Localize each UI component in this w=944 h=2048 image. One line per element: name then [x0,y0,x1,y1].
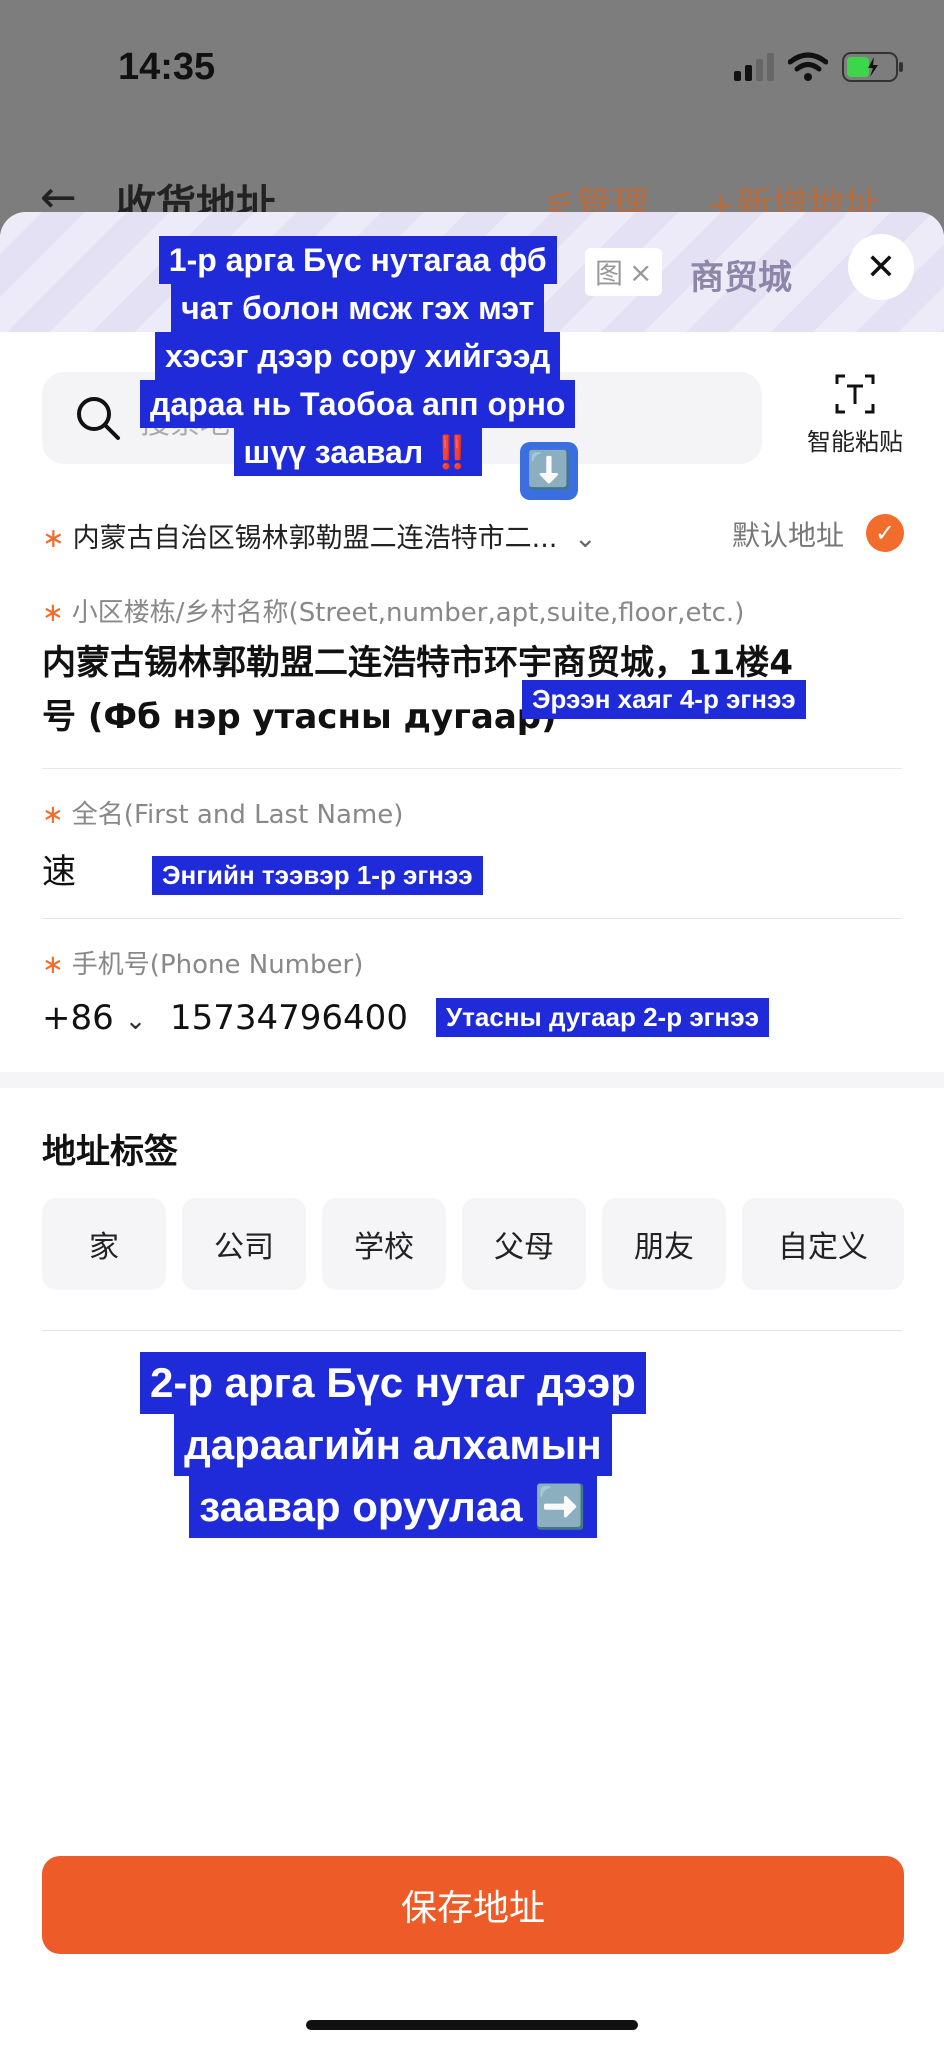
battery-icon [842,52,903,82]
signal-icon [734,53,774,81]
map-chip-close-icon[interactable]: × [629,256,652,289]
required-star: ∗ [42,598,64,628]
status-icons [734,52,904,82]
required-star: ∗ [42,523,65,554]
tag-company[interactable]: 公司 [182,1198,306,1290]
divider [42,768,902,769]
chevron-down-icon: ⌄ [573,523,597,554]
method1-line: шүү заавал [243,434,424,470]
required-star: ∗ [42,950,64,980]
method2-line: дараагийн алхамын [174,1414,612,1476]
address-note: Эрээн хаяг 4-р эгнээ [522,680,806,719]
double-exclamation-icon: ‼️ [432,434,472,470]
smart-paste-label: 智能粘贴 [807,428,903,456]
address-field-label: ∗ 小区楼栋/乡村名称(Street,number,apt,suite,floor… [42,592,744,629]
name-note: Энгийн тээвэр 1-р эгнээ [152,856,483,895]
required-star: ∗ [42,800,64,830]
map-search-chip[interactable]: 图 × [585,248,663,296]
section-separator [0,1072,944,1088]
chevron-down-icon: ⌄ [124,1006,147,1036]
text-scan-icon [835,374,875,414]
method2-line: 2-р арга Бүс нутаг дээр [140,1352,646,1414]
default-address-checkbox[interactable]: ✓ [866,514,904,552]
address-tags-title: 地址标签 [42,1132,178,1172]
region-selector[interactable]: ∗ 内蒙古自治区锡林郭勒盟二连浩特市二... ⌄ [42,516,597,555]
home-indicator [306,2020,638,2030]
tag-school[interactable]: 学校 [322,1198,446,1290]
method2-note: 2-р арга Бүс нутаг дээр дараагийн алхамы… [140,1352,646,1538]
tag-friends[interactable]: 朋友 [602,1198,726,1290]
phone-note: Утасны дугаар 2-р эгнээ [436,998,769,1037]
address-sheet: 图 × 商贸城 ✕ 搜索地 智能粘贴 ∗内蒙古自治区锡林郭勒盟二连浩特市二...… [0,212,944,2048]
method1-line: чат болон мсж гэх мэт [171,284,545,332]
arrow-down-icon: ⬇️ [520,442,578,500]
phone-field-input[interactable]: 15734796400 [170,998,408,1038]
search-icon [77,397,120,440]
method1-last-line: шүү заавал ‼️ [233,428,482,476]
divider [42,1330,902,1331]
smart-paste-button[interactable]: 智能粘贴 [800,374,910,457]
status-time: 14:35 [118,46,216,88]
method1-line: 1-р арга Бүс нутагаа фб [158,236,557,284]
tag-home[interactable]: 家 [42,1198,166,1290]
region-value: 内蒙古自治区锡林郭勒盟二连浩特市二... [72,523,558,554]
name-field-input[interactable]: 速 [42,844,76,893]
close-icon: ✕ [865,246,897,288]
tag-parents[interactable]: 父母 [462,1198,586,1290]
close-button[interactable]: ✕ [848,234,914,300]
method2-last-line: заавар оруулаа ➡️ [189,1476,597,1538]
tag-custom[interactable]: 自定义 [742,1198,904,1290]
wifi-icon [788,52,828,81]
method1-note: 1-р арга Бүс нутагаа фб чат болон мсж гэ… [140,236,576,476]
arrow-right-icon: ➡️ [534,1483,587,1530]
address-label-text: 小区楼栋/乡村名称(Street,number,apt,suite,floor,… [71,598,745,628]
map-place-label: 商贸城 [690,258,792,298]
map-chip-text: 图 [595,257,624,290]
check-icon: ✓ [874,519,896,547]
phone-field-label: ∗ 手机号(Phone Number) [42,944,363,981]
country-code-selector[interactable]: +86 ⌄ [42,998,146,1038]
name-field-label: ∗ 全名(First and Last Name) [42,794,403,831]
save-address-button[interactable]: 保存地址 [42,1856,904,1954]
method1-line: дараа нь Таобоа апп орно [140,380,576,428]
divider [42,918,902,919]
method2-line: заавар оруулаа [199,1483,523,1530]
method1-line: хэсэг дээр сору хийгээд [155,332,561,380]
name-label-text: 全名(First and Last Name) [71,800,404,830]
country-code: +86 [42,998,114,1038]
default-address-label: 默认地址 [732,519,845,552]
phone-label-text: 手机号(Phone Number) [71,950,364,980]
